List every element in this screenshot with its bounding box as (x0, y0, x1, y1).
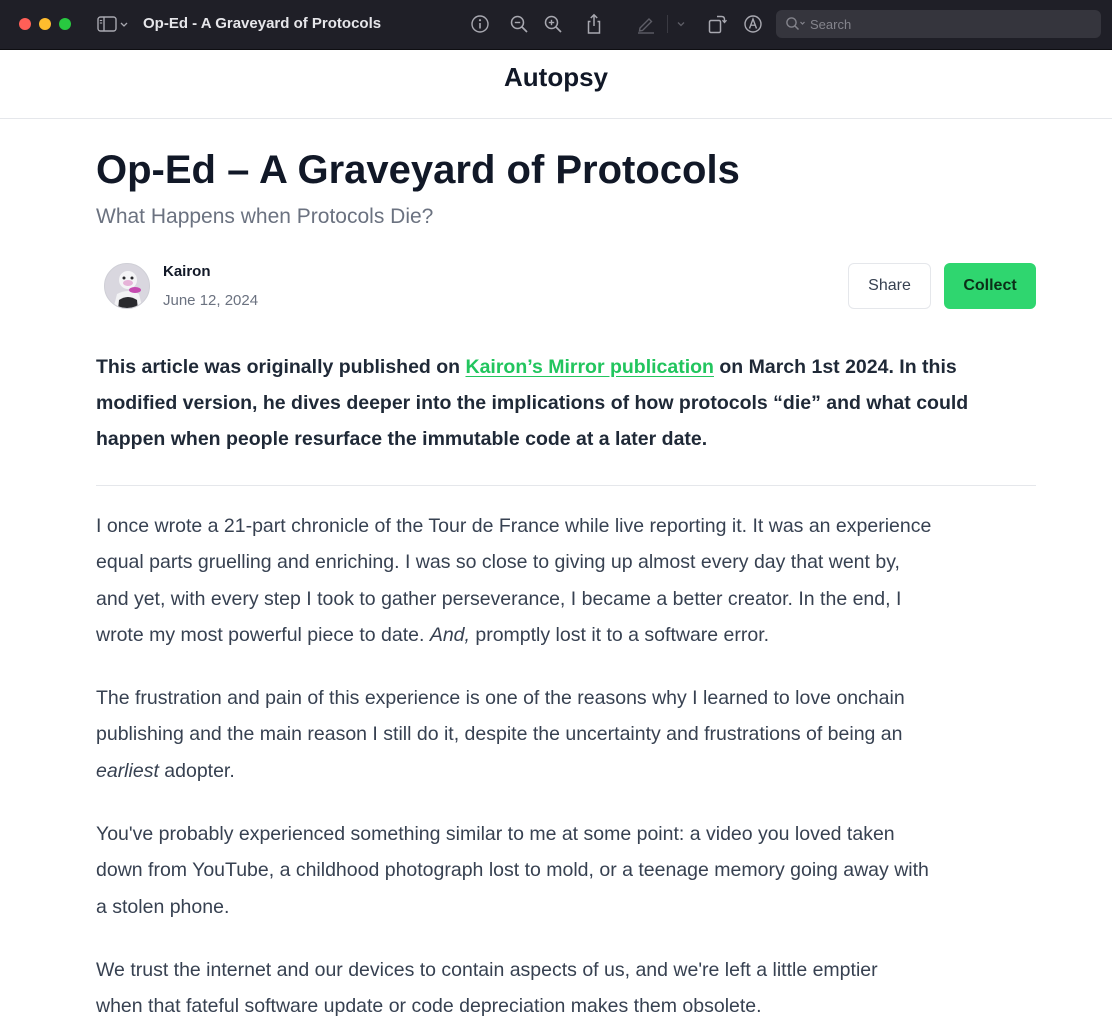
intro-text: on March 1st 2024. In this (713, 356, 957, 378)
search-icon (786, 17, 805, 31)
collect-button[interactable]: Collect (944, 263, 1036, 309)
zoom-out-icon (510, 15, 528, 33)
paragraph-line: equal parts gruelling and enriching. I w… (96, 551, 900, 574)
paragraph-line: You've probably experienced something si… (96, 823, 895, 845)
zoom-out-button[interactable] (508, 13, 530, 35)
emphasis-text: And, (429, 623, 470, 646)
intro-line: happen when people resurface the immutab… (96, 428, 708, 450)
info-button[interactable] (469, 13, 491, 35)
window-titlebar: Op-Ed - A Graveyard of Protocols (0, 0, 1112, 50)
paragraph-line: We trust the internet and our devices to… (96, 959, 878, 981)
highlight-options-button[interactable] (674, 13, 688, 35)
publication-name[interactable]: Autopsy (0, 62, 1112, 92)
search-field[interactable] (776, 10, 1101, 38)
share-icon (587, 13, 601, 34)
paragraph-line: when that fateful software update or cod… (96, 995, 762, 1018)
paragraph-line: publishing and the main reason I still d… (96, 723, 903, 746)
article-title: Op-Ed – A Graveyard of Protocols (96, 148, 740, 192)
sidebar-icon (97, 16, 128, 32)
article-subtitle: What Happens when Protocols Die? (96, 205, 434, 228)
share-button[interactable]: Share (848, 263, 931, 309)
toolbar-divider (667, 15, 668, 33)
highlight-icon (638, 18, 654, 34)
paragraph-line: The frustration and pain of this experie… (96, 687, 905, 709)
zoom-in-button[interactable] (542, 13, 564, 35)
author-name[interactable]: Kairon (163, 262, 211, 282)
article-intro: This article was originally published on… (96, 349, 1036, 457)
emphasis-text: earliest (96, 759, 159, 782)
body-paragraph: I once wrote a 21-part chronicle of the … (96, 508, 1036, 653)
author-avatar-image (105, 264, 149, 308)
body-paragraph: The frustration and pain of this experie… (96, 680, 1036, 789)
info-icon (471, 15, 489, 33)
zoom-in-icon (544, 15, 562, 33)
publish-date: June 12, 2024 (163, 292, 259, 309)
avatar[interactable] (104, 263, 150, 309)
rotate-button[interactable] (706, 13, 728, 35)
paragraph-line: down from YouTube, a childhood photograp… (96, 859, 929, 882)
search-input[interactable] (810, 14, 1090, 34)
intro-line: This article was originally published on… (96, 349, 1036, 385)
paragraph-line: and yet, with every step I took to gathe… (96, 587, 902, 610)
intro-line: modified version, he dives deeper into t… (96, 392, 969, 414)
close-window-button[interactable] (19, 18, 31, 30)
sidebar-toggle-button[interactable] (96, 13, 130, 35)
body-paragraph: You've probably experienced something si… (96, 816, 1036, 925)
publication-header: Autopsy (0, 50, 1112, 119)
intro-text: This article was originally published on (96, 356, 466, 378)
highlight-button[interactable] (635, 13, 657, 35)
body-paragraph: We trust the internet and our devices to… (96, 952, 1036, 1025)
paragraph-line: earliest adopter. (96, 753, 1036, 789)
paragraph-text: adopter. (158, 759, 235, 782)
paragraph-text: wrote my most powerful piece to date. (96, 623, 430, 646)
markup-button[interactable] (742, 13, 764, 35)
chevron-down-icon (677, 22, 685, 27)
chevron-down-icon (120, 22, 128, 27)
paragraph-line: a stolen phone. (96, 895, 230, 918)
paragraph-text: promptly lost it to a software error. (469, 623, 770, 646)
share-toolbar-button[interactable] (583, 13, 605, 35)
section-divider (96, 485, 1036, 486)
minimize-window-button[interactable] (39, 18, 51, 30)
markup-icon (744, 15, 762, 33)
window-title: Op-Ed - A Graveyard of Protocols (143, 15, 382, 32)
paragraph-line: I once wrote a 21-part chronicle of the … (96, 515, 932, 537)
rotate-icon (708, 15, 727, 34)
mirror-publication-link[interactable]: Kairon’s Mirror publication (466, 356, 714, 378)
paragraph-line: wrote my most powerful piece to date. An… (96, 617, 1036, 653)
zoom-window-button[interactable] (59, 18, 71, 30)
